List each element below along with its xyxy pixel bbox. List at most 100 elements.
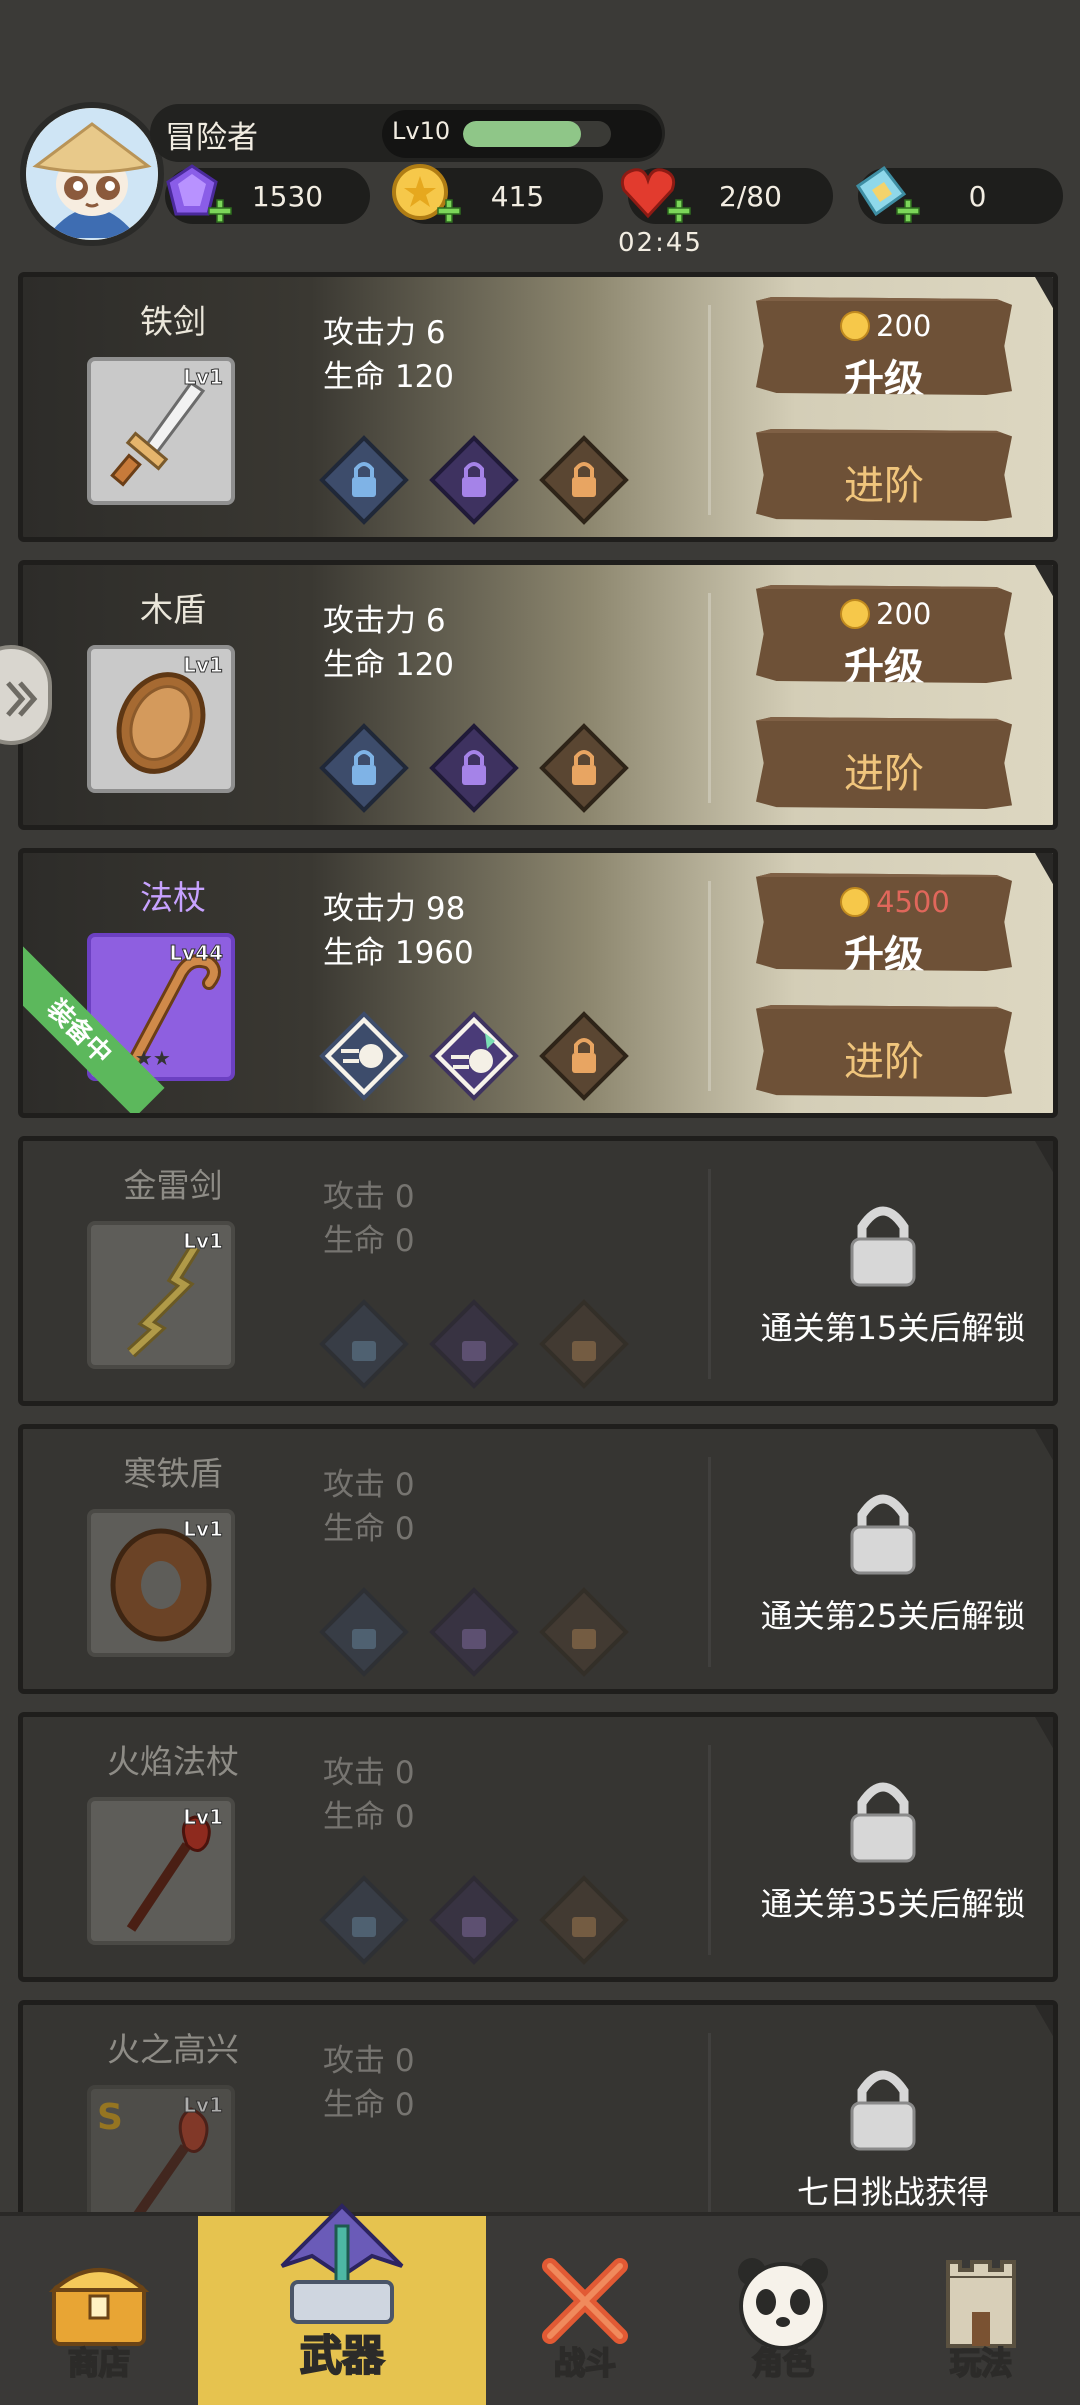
upgrade-label: 升级: [844, 645, 924, 691]
unlock-requirement: 通关第35关后解锁: [760, 1885, 1026, 1923]
skill-locked-icon: [429, 1299, 519, 1389]
weapon-level: Lv1: [183, 365, 224, 390]
player-level: Lv10: [392, 117, 451, 145]
weapon-name: 法杖: [140, 878, 206, 917]
weapon-level: Lv44: [169, 941, 224, 966]
weapon-altar-icon: [280, 2203, 404, 2324]
nav-label: 角色: [751, 2345, 815, 2383]
rarity-badge: S: [97, 2097, 123, 2138]
weapon-card-staff[interactable]: 法杖 ★★★ Lv44 装备中 攻击力 98 生命 1960 4500 升级 进…: [18, 848, 1058, 1118]
gold-value: 415: [490, 180, 545, 213]
weapon-hp: 生命 0: [323, 2087, 415, 2123]
weapon-hp: 生命 1960: [323, 935, 474, 971]
weapon-icon-box[interactable]: Lv1: [87, 357, 235, 505]
weapon-card-flame-staff[interactable]: 火焰法杖 Lv1 攻击 0 生命 0 通关第35关后解锁: [18, 1712, 1058, 1982]
card-divider: [708, 1745, 711, 1955]
card-notch: [1035, 277, 1053, 315]
skill-locked-icon: [429, 1587, 519, 1677]
weapon-name: 金雷剑: [123, 1166, 223, 1205]
nav-label: 战斗: [553, 2345, 617, 2383]
card-notch: [1035, 1717, 1053, 1755]
double-chevron-right-icon: [6, 681, 38, 717]
nav-battle[interactable]: 战斗: [486, 2216, 684, 2405]
weapon-name: 火焰法杖: [107, 1742, 239, 1781]
avatar-portrait-icon: [26, 108, 158, 240]
weapon-attack: 攻击力 6: [323, 603, 446, 639]
top-bar: 冒险者 Lv10 1530 415 2/80 02:45 0: [0, 0, 1080, 270]
advance-label: 进阶: [844, 1039, 924, 1085]
padlock-icon: [850, 1206, 916, 1287]
card-notch: [1035, 565, 1053, 603]
gems-value: 1530: [251, 180, 324, 213]
skill-orb-icon[interactable]: [429, 1011, 519, 1101]
weapon-level: Lv1: [183, 1229, 224, 1254]
upgrade-button[interactable]: 4500 升级: [756, 873, 1012, 971]
skill-locked-icon[interactable]: [539, 723, 629, 813]
nav-label: 商店: [67, 2345, 131, 2383]
advance-button[interactable]: 进阶: [756, 1005, 1012, 1097]
upgrade-cost: 200: [876, 309, 932, 343]
player-avatar[interactable]: [20, 102, 164, 246]
nav-shop[interactable]: 商店: [0, 2216, 198, 2405]
card-divider: [708, 1169, 711, 1379]
padlock-icon: [850, 1782, 916, 1863]
stamina-timer: 02:45: [618, 228, 703, 258]
unlock-requirement: 通关第15关后解锁: [760, 1309, 1026, 1347]
upgrade-cost: 4500: [876, 885, 950, 919]
skill-locked-icon[interactable]: [429, 723, 519, 813]
weapon-icon-box[interactable]: Lv1: [87, 1221, 235, 1369]
upgrade-label: 升级: [844, 933, 924, 979]
skill-locked-icon[interactable]: [539, 435, 629, 525]
side-expand-tab[interactable]: [0, 645, 52, 745]
skill-locked-icon: [319, 1875, 409, 1965]
upgrade-button[interactable]: 200 升级: [756, 297, 1012, 395]
weapon-hp: 生命 0: [323, 1511, 415, 1547]
weapon-level: Lv1: [183, 653, 224, 678]
skill-locked-icon: [539, 1587, 629, 1677]
card-notch: [1035, 1429, 1053, 1467]
weapon-hp: 生命 0: [323, 1799, 415, 1835]
card-divider: [708, 881, 711, 1091]
weapon-icon-box[interactable]: S Lv1: [87, 2085, 235, 2233]
advance-button[interactable]: 进阶: [756, 717, 1012, 809]
skill-locked-icon[interactable]: [319, 723, 409, 813]
nav-character[interactable]: 角色: [684, 2216, 882, 2405]
weapon-card-thunder-sword[interactable]: 金雷剑 Lv1 攻击 0 生命 0 通关第15关后解锁: [18, 1136, 1058, 1406]
advance-button[interactable]: 进阶: [756, 429, 1012, 521]
skill-locked-icon: [539, 1299, 629, 1389]
weapon-name: 寒铁盾: [123, 1454, 223, 1493]
xp-progress-bar: [463, 121, 611, 147]
nav-weapons[interactable]: 武器: [198, 2203, 486, 2405]
weapon-icon-box[interactable]: Lv1: [87, 1509, 235, 1657]
weapon-level: Lv1: [183, 1517, 224, 1542]
player-name: 冒险者: [165, 120, 258, 156]
card-notch: [1035, 2005, 1053, 2043]
upgrade-button[interactable]: 200 升级: [756, 585, 1012, 683]
skill-locked-icon[interactable]: [319, 435, 409, 525]
advance-label: 进阶: [844, 751, 924, 797]
weapon-card-iron-sword[interactable]: 铁剑 Lv1 攻击力 6 生命 120 200 升级 进阶: [18, 272, 1058, 542]
upgrade-label: 升级: [844, 357, 924, 403]
weapon-icon-box[interactable]: Lv1: [87, 645, 235, 793]
weapon-hp: 生命 0: [323, 1223, 415, 1259]
weapon-icon-box[interactable]: Lv1: [87, 1797, 235, 1945]
skill-locked-icon[interactable]: [429, 435, 519, 525]
nav-gameplay[interactable]: 玩法: [882, 2216, 1080, 2405]
gold-coin-icon: [840, 599, 870, 629]
weapon-attack: 攻击 0: [323, 1467, 415, 1503]
weapon-hp: 生命 120: [323, 647, 455, 683]
card-divider: [708, 1457, 711, 1667]
skill-fireball-icon[interactable]: [319, 1011, 409, 1101]
padlock-icon: [850, 2070, 916, 2151]
skill-locked-icon[interactable]: [539, 1011, 629, 1101]
weapon-card-frost-shield[interactable]: 寒铁盾 Lv1 攻击 0 生命 0 通关第25关后解锁: [18, 1424, 1058, 1694]
weapon-attack: 攻击 0: [323, 1755, 415, 1791]
nav-label: 玩法: [949, 2345, 1013, 2383]
card-divider: [708, 593, 711, 803]
nav-label: 武器: [299, 2330, 385, 2381]
unlock-requirement: 通关第25关后解锁: [760, 1597, 1026, 1635]
weapon-card-wooden-shield[interactable]: 木盾 Lv1 攻击力 6 生命 120 200 升级 进阶: [18, 560, 1058, 830]
weapon-name: 铁剑: [140, 302, 206, 341]
weapon-attack: 攻击力 98: [323, 891, 466, 927]
upgrade-cost: 200: [876, 597, 932, 631]
